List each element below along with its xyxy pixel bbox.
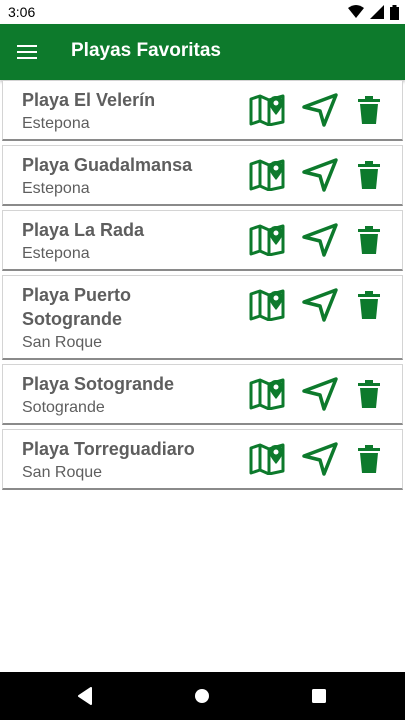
delete-icon[interactable] xyxy=(349,439,389,479)
back-icon[interactable] xyxy=(73,684,97,708)
map-icon[interactable] xyxy=(247,285,287,325)
beach-town: San Roque xyxy=(22,334,103,351)
list-item[interactable]: Playa Sotogrande Sotogrande xyxy=(2,364,403,425)
list-item[interactable]: Playa Guadalmansa Estepona xyxy=(2,145,403,206)
row-actions xyxy=(247,155,387,195)
status-time: 3:06 xyxy=(8,4,36,20)
status-bar: 3:06 xyxy=(0,0,405,24)
navigate-icon[interactable] xyxy=(300,90,340,130)
list-item[interactable]: Playa Torreguadiaro San Roque xyxy=(2,429,403,490)
recents-icon[interactable] xyxy=(307,684,331,708)
list-item[interactable]: Playa Puerto Sotogrande San Roque xyxy=(2,275,403,360)
wifi-icon xyxy=(348,5,364,18)
navigate-icon[interactable] xyxy=(300,439,340,479)
delete-icon[interactable] xyxy=(349,90,389,130)
row-actions xyxy=(247,439,387,479)
navigate-icon[interactable] xyxy=(300,155,340,195)
beach-name: Playa Torreguadiaro xyxy=(22,439,195,459)
delete-icon[interactable] xyxy=(349,374,389,414)
row-actions xyxy=(247,220,387,260)
delete-icon[interactable] xyxy=(349,155,389,195)
status-icons xyxy=(348,4,399,20)
system-nav-bar xyxy=(0,672,405,720)
navigate-icon[interactable] xyxy=(300,374,340,414)
map-icon[interactable] xyxy=(247,90,287,130)
list-item[interactable]: Playa La Rada Estepona xyxy=(2,210,403,271)
delete-icon[interactable] xyxy=(349,220,389,260)
favorites-list: Playa El Velerín Estepona Playa Guadalma… xyxy=(0,80,405,494)
map-icon[interactable] xyxy=(247,220,287,260)
list-item[interactable]: Playa El Velerín Estepona xyxy=(2,80,403,141)
row-actions xyxy=(247,285,387,325)
beach-name: Playa El Velerín xyxy=(22,90,156,110)
row-actions xyxy=(247,90,387,130)
navigate-icon[interactable] xyxy=(300,220,340,260)
app-bar: Playas Favoritas xyxy=(0,24,405,80)
beach-name: Playa Guadalmansa xyxy=(22,155,193,175)
beach-name: Playa Sotogrande xyxy=(22,374,175,394)
map-icon[interactable] xyxy=(247,439,287,479)
map-icon[interactable] xyxy=(247,155,287,195)
navigate-icon[interactable] xyxy=(300,285,340,325)
signal-icon xyxy=(370,5,384,19)
menu-icon[interactable] xyxy=(16,40,40,64)
page-title: Playas Favoritas xyxy=(71,40,221,61)
row-actions xyxy=(247,374,387,414)
beach-name: Playa La Rada xyxy=(22,220,145,240)
delete-icon[interactable] xyxy=(349,285,389,325)
battery-icon xyxy=(390,4,399,20)
beach-name: Playa Puerto Sotogrande xyxy=(22,285,132,329)
home-icon[interactable] xyxy=(190,684,214,708)
map-icon[interactable] xyxy=(247,374,287,414)
